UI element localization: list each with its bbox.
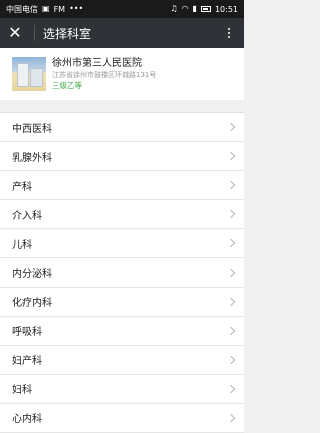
department-item[interactable]: 介入科 <box>0 200 244 230</box>
department-label: 化疗内科 <box>12 298 52 310</box>
department-label: 呼吸科 <box>12 327 42 339</box>
chevron-right-icon <box>226 122 236 132</box>
department-label: 乳腺外科 <box>12 152 52 164</box>
chevron-right-icon <box>226 413 236 423</box>
department-label: 内分泌科 <box>12 269 52 281</box>
hospital-image <box>12 57 46 91</box>
department-item[interactable]: 妇产科 <box>0 346 244 375</box>
chevron-right-icon <box>226 210 236 219</box>
department-item[interactable]: 内分泌科 <box>0 258 244 288</box>
department-label: 心内科 <box>12 414 42 426</box>
department-label: 介入科 <box>12 210 42 222</box>
department-item[interactable]: 化疗内科 <box>0 288 244 317</box>
status-bar: 中国电信 ▣ FM ••• ♫ ◠ ▮ 10:51 <box>0 0 244 18</box>
more-options-icon[interactable] <box>222 24 236 42</box>
signal-icon: ▮ <box>192 4 197 13</box>
chevron-right-icon <box>226 326 236 335</box>
department-label: 妇科 <box>12 385 32 397</box>
chevron-right-icon <box>226 239 236 248</box>
notification-icon: ••• <box>69 4 84 13</box>
department-item[interactable]: 心内科 <box>0 404 244 433</box>
clock: 10:51 <box>214 4 238 14</box>
department-item[interactable]: 呼吸科 <box>0 317 244 346</box>
department-label: 儿科 <box>12 239 32 251</box>
image-icon: ▣ <box>42 4 50 13</box>
hospital-card: 徐州市第三人民医院 江苏省徐州市鼓楼区环城路131号 三级乙等 <box>0 48 244 100</box>
department-item[interactable]: 乳腺外科 <box>0 142 244 172</box>
wifi-icon: ◠ <box>181 4 189 13</box>
page-title: 选择科室 <box>43 26 92 41</box>
chevron-right-icon <box>226 268 236 277</box>
department-item[interactable]: 中西医科 <box>0 113 244 143</box>
headset-icon: ♫ <box>170 4 178 13</box>
department-item[interactable]: 妇科 <box>0 375 244 404</box>
chevron-right-icon <box>226 355 236 365</box>
section-gap <box>0 100 244 113</box>
department-list: 中西医科 乳腺外科 产科 介入科 儿科 内分泌科 化疗内科 呼吸科 妇产科 妇科… <box>0 113 244 433</box>
department-item[interactable]: 儿科 <box>0 229 244 259</box>
chevron-right-icon <box>226 180 236 190</box>
department-label: 妇产科 <box>12 356 42 368</box>
chevron-right-icon <box>226 151 236 161</box>
chevron-right-icon <box>226 297 236 306</box>
department-item[interactable]: 产科 <box>0 171 244 201</box>
nav-divider <box>34 25 35 41</box>
hospital-name: 徐州市第三人民医院 <box>52 58 142 69</box>
carrier-label: 中国电信 <box>6 4 38 14</box>
fm-label: FM <box>53 4 66 14</box>
hospital-level: 三级乙等 <box>52 81 82 90</box>
battery-icon <box>200 6 211 12</box>
chevron-right-icon <box>226 384 236 394</box>
close-icon[interactable]: ✕ <box>6 24 24 42</box>
department-label: 产科 <box>12 181 32 193</box>
hospital-address: 江苏省徐州市鼓楼区环城路131号 <box>52 71 157 79</box>
department-label: 中西医科 <box>12 123 52 135</box>
nav-bar: ✕ 选择科室 <box>0 18 244 48</box>
